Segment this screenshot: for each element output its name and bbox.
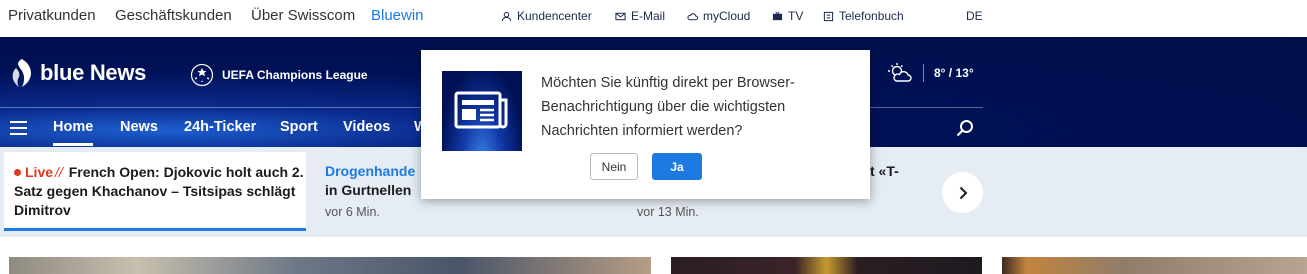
newspaper-icon — [454, 91, 508, 129]
service-label: TV — [788, 9, 804, 23]
service-email[interactable]: E-Mail — [615, 9, 665, 23]
ticker-item[interactable]: Drogenhande in Gurtnellen — [325, 162, 420, 200]
newspaper-thumbnail — [442, 71, 522, 151]
article-image[interactable] — [1002, 257, 1307, 274]
tv-icon — [772, 11, 783, 20]
ticker-next-button[interactable] — [942, 172, 983, 213]
ucl-label: UEFA Champions League — [222, 68, 368, 82]
nav-videos[interactable]: Videos — [343, 119, 390, 135]
service-mycloud[interactable]: myCloud — [687, 9, 750, 23]
ucl-link[interactable]: UEFA Champions League — [190, 63, 368, 87]
top-bar: Privatkunden Geschäftskunden Über Swissc… — [0, 0, 1307, 37]
ticker-time: vor 6 Min. — [325, 205, 380, 219]
live-dot-icon — [14, 169, 21, 176]
chevron-right-icon — [959, 186, 967, 199]
service-label: E-Mail — [631, 9, 666, 23]
dialog-message: Möchten Sie künftig direkt per Browser-B… — [541, 75, 795, 139]
search-icon[interactable] — [956, 119, 974, 137]
service-tv[interactable]: TV — [772, 9, 803, 23]
ticker-headline-line1: Drogenhande — [325, 163, 416, 179]
live-separator: // — [55, 164, 63, 180]
service-label: myCloud — [703, 9, 751, 23]
push-notification-dialog: Möchten Sie künftig direkt per Browser-B… — [421, 50, 870, 199]
swisscom-logo-icon — [12, 59, 31, 87]
weather-temps: 8° / 13° — [934, 66, 974, 80]
segment-ueber-swisscom[interactable]: Über Swisscom — [251, 7, 355, 24]
nav-home[interactable]: Home — [53, 119, 94, 146]
nav-sport[interactable]: Sport — [280, 119, 318, 135]
article-image[interactable] — [671, 257, 982, 274]
service-telefonbuch[interactable]: Telefonbuch — [823, 9, 904, 23]
mail-icon — [615, 12, 626, 20]
ticker-headline-line2: in Gurtnellen — [325, 182, 412, 198]
ticker-time: vor 13 Min. — [637, 205, 699, 219]
nav-24h-ticker[interactable]: 24h-Ticker — [184, 119, 256, 135]
user-icon — [501, 11, 512, 21]
ticker-item[interactable]: t «T- — [870, 162, 930, 181]
weather-divider — [923, 64, 924, 82]
service-label: Telefonbuch — [839, 9, 904, 23]
brand-name: blue News — [40, 60, 147, 85]
phonebook-icon — [823, 11, 834, 21]
champions-league-star-ball-icon — [190, 63, 214, 87]
decline-button[interactable]: Nein — [590, 153, 638, 180]
nav-news[interactable]: News — [120, 119, 158, 135]
segment-privatkunden[interactable]: Privatkunden — [8, 7, 96, 24]
segment-bluewin[interactable]: Bluewin — [371, 7, 424, 24]
cloud-icon — [687, 12, 698, 20]
accept-button[interactable]: Ja — [652, 153, 702, 180]
language-selector[interactable]: DE — [966, 9, 983, 23]
live-ticker-card[interactable]: Live// French Open: Djokovic holt auch 2… — [4, 152, 306, 231]
segment-geschaeftskunden[interactable]: Geschäftskunden — [115, 7, 232, 24]
brand-logo[interactable]: blue News — [10, 58, 146, 88]
service-label: Kundencenter — [517, 9, 592, 23]
weather-widget[interactable]: 8° / 13° — [887, 62, 974, 84]
live-label: Live — [25, 164, 54, 180]
partly-cloudy-icon — [888, 63, 912, 82]
service-kundencenter[interactable]: Kundencenter — [501, 9, 592, 23]
ticker-headline-line1: t «T- — [870, 163, 899, 179]
hamburger-menu-icon[interactable] — [10, 121, 27, 135]
article-image[interactable] — [9, 257, 651, 274]
